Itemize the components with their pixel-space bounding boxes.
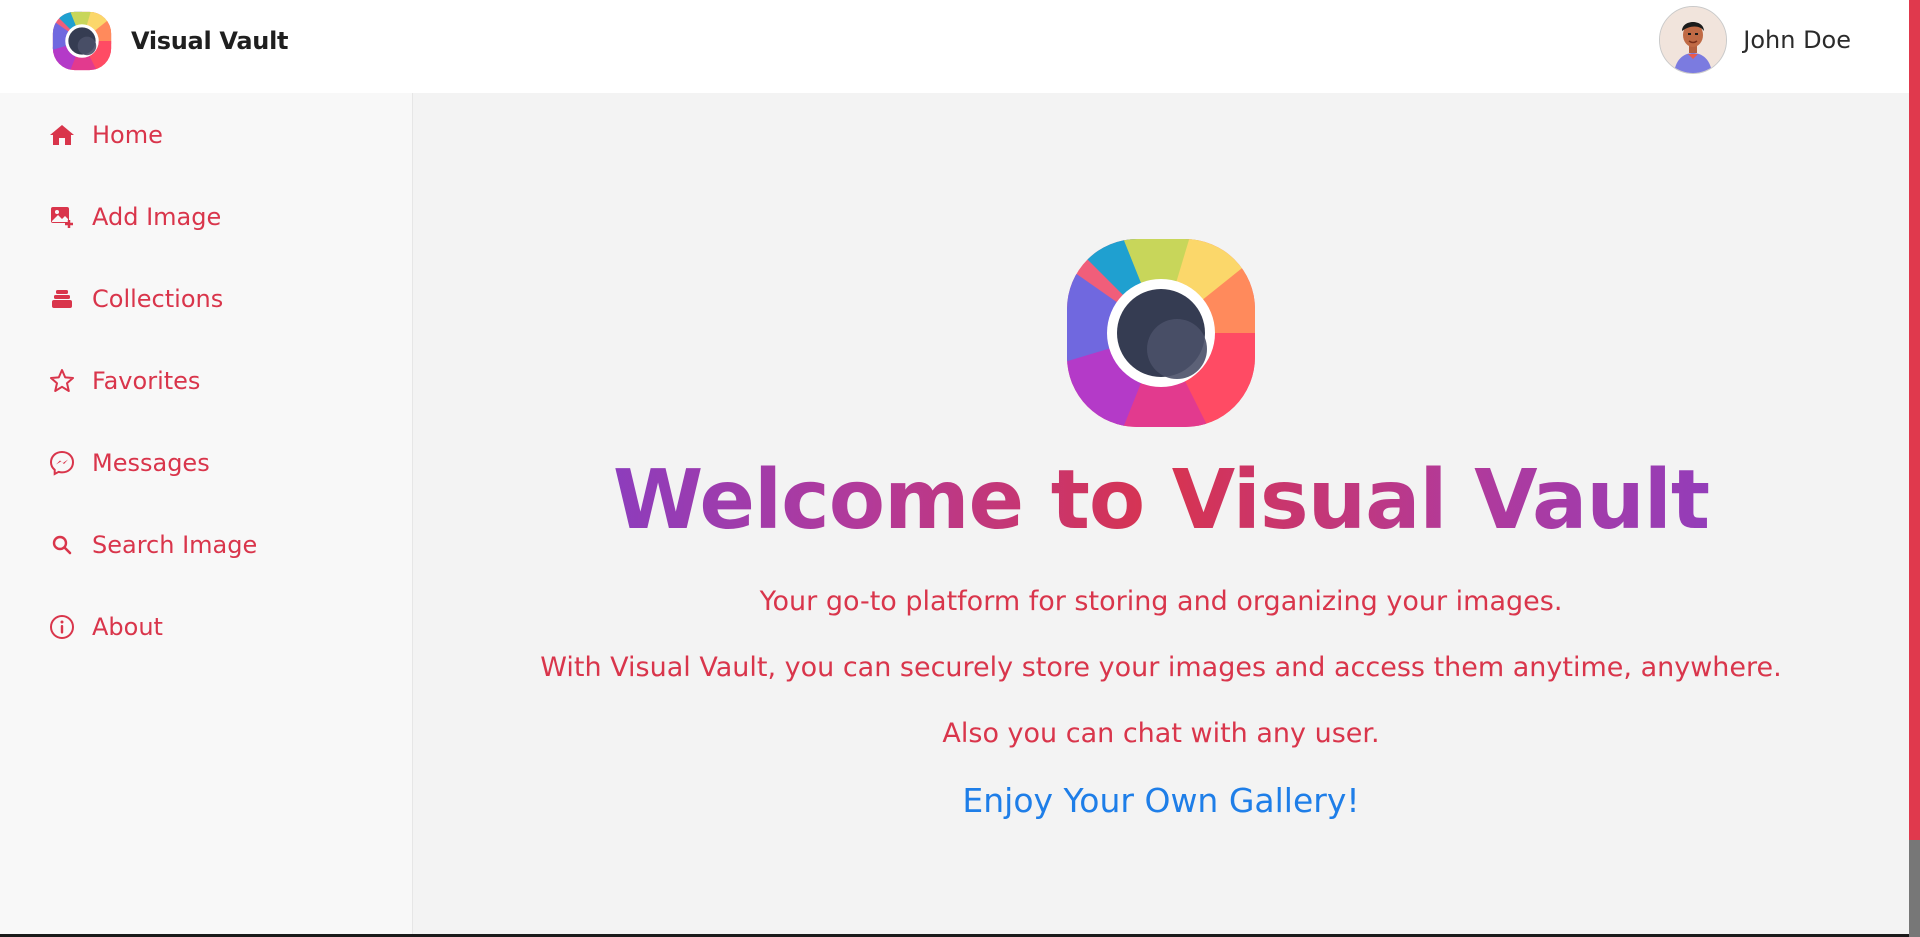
messenger-icon <box>48 449 76 477</box>
tagline: Your go-to platform for storing and orga… <box>759 586 1563 617</box>
collections-icon <box>48 285 76 313</box>
brand[interactable]: Visual Vault <box>51 10 288 72</box>
sidebar-item-label: Search Image <box>92 531 258 559</box>
welcome-title: Welcome to Visual Vault <box>413 453 1909 548</box>
sidebar-item-label: Favorites <box>92 367 201 395</box>
top-bar: Visual Vault John Doe <box>0 0 1909 93</box>
sidebar-item-favorites[interactable]: Favorites <box>48 361 200 401</box>
chat-description: Also you can chat with any user. <box>942 718 1380 749</box>
user-name: John Doe <box>1743 26 1851 54</box>
visual-vault-hero-logo-icon <box>1061 233 1261 433</box>
sidebar-item-home[interactable]: Home <box>48 115 163 155</box>
enjoy-gallery-link[interactable]: Enjoy Your Own Gallery! <box>413 781 1909 820</box>
scrollbar[interactable] <box>1909 0 1920 937</box>
add-image-icon <box>48 203 76 231</box>
visual-vault-logo-icon <box>51 10 113 72</box>
sidebar-item-messages[interactable]: Messages <box>48 443 210 483</box>
avatar[interactable] <box>1659 6 1728 74</box>
sidebar-item-about[interactable]: About <box>48 607 163 647</box>
description: With Visual Vault, you can securely stor… <box>540 652 1782 683</box>
search-icon <box>48 531 76 559</box>
sidebar-item-label: About <box>92 613 163 641</box>
sidebar-item-collections[interactable]: Collections <box>48 279 223 319</box>
main-content: Welcome to Visual Vault Your go-to platf… <box>413 93 1909 934</box>
sidebar-item-label: Home <box>92 121 163 149</box>
sidebar-item-label: Add Image <box>92 203 222 231</box>
avatar-icon <box>1660 7 1727 73</box>
sidebar: Home Add Image Collections Favorites Mes… <box>0 93 413 934</box>
brand-name: Visual Vault <box>131 27 289 55</box>
info-icon <box>48 613 76 641</box>
user-menu[interactable]: John Doe <box>1659 6 1851 74</box>
sidebar-item-label: Messages <box>92 449 210 477</box>
star-icon <box>48 367 76 395</box>
sidebar-item-add-image[interactable]: Add Image <box>48 197 221 237</box>
scrollbar-thumb[interactable] <box>1909 840 1920 937</box>
sidebar-item-search-image[interactable]: Search Image <box>48 525 257 565</box>
home-icon <box>48 121 76 149</box>
sidebar-item-label: Collections <box>92 285 224 313</box>
